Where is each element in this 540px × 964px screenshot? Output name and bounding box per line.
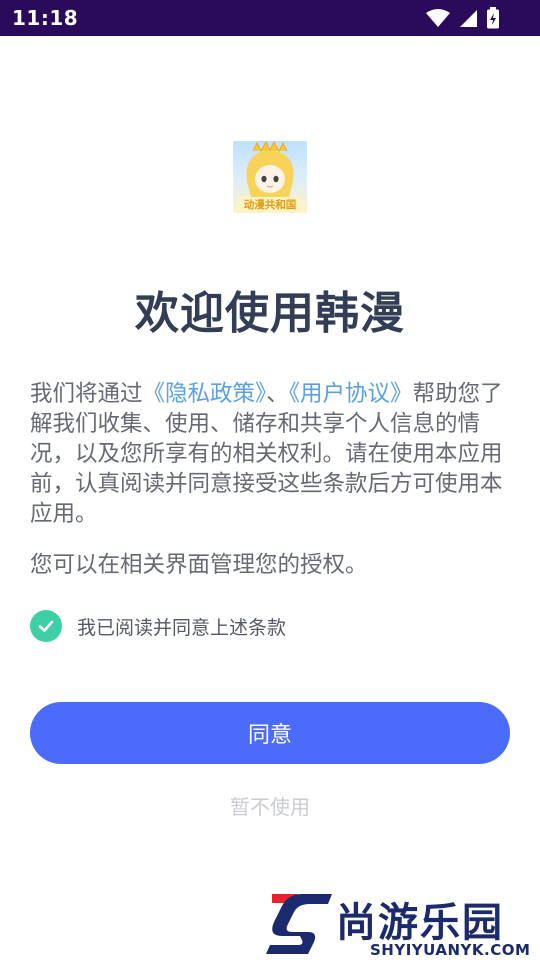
privacy-policy-link[interactable]: 《隐私政策》 [143,381,267,407]
user-agreement-link[interactable]: 《用户协议》 [289,381,413,407]
watermark-brand: 尚游乐园 [336,900,504,946]
app-logo: 动漫共和国 [233,141,307,213]
watermark-url: SHYIYUANYK.COM [370,941,531,959]
link-separator: 、 [266,381,289,407]
status-time: 11:18 [12,6,79,30]
agree-button[interactable]: 同意 [30,702,510,764]
manage-permissions-text: 您可以在相关界面管理您的授权。 [30,552,368,578]
status-icons [426,7,500,33]
signal-icon [458,8,478,32]
decline-button[interactable]: 暂不使用 [0,791,540,820]
intro-text-before: 我们将通过 [30,381,143,407]
wifi-icon [426,8,450,32]
watermark-logo-icon [258,890,332,964]
logo-text: 动漫共和国 [244,198,297,211]
checkmark-icon[interactable] [30,610,62,642]
intro-paragraph: 我们将通过《隐私政策》、《用户协议》帮助您了解我们收集、使用、储存和共享个人信息… [30,379,514,529]
watermark: 尚游乐园 SHYIYUANYK.COM [258,890,540,960]
battery-icon [486,7,500,33]
checkbox-label: 我已阅读并同意上述条款 [77,616,287,639]
status-bar: 11:18 [0,0,540,36]
agree-terms-checkbox[interactable]: 我已阅读并同意上述条款 [30,610,286,642]
welcome-title: 欢迎使用韩漫 [135,288,405,339]
